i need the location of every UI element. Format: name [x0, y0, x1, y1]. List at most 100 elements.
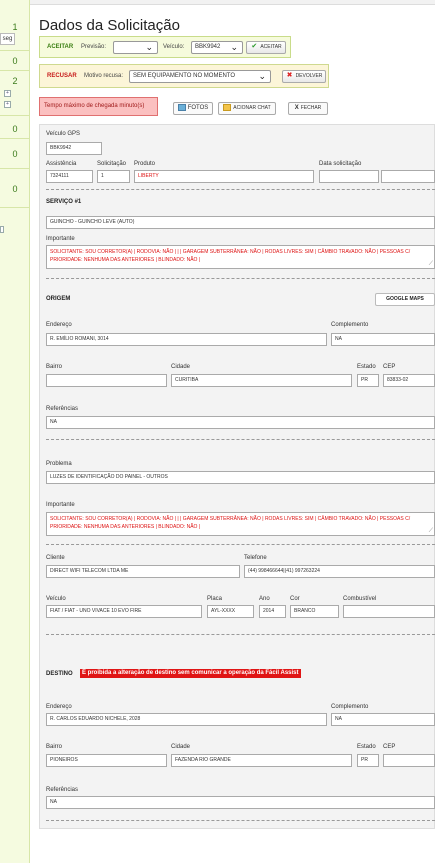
origin-address-field[interactable]: R. EMÍLIO ROMANI, 3014 — [46, 333, 327, 346]
chevron-down-icon: ⌄ — [258, 71, 266, 81]
request-time-field[interactable] — [381, 170, 435, 183]
photo-icon — [177, 104, 186, 112]
divider — [46, 820, 435, 821]
expand-icon[interactable]: + — [4, 101, 11, 108]
origin-district-field[interactable] — [46, 374, 167, 387]
sidebar-counter-3[interactable]: 2 — [0, 76, 30, 86]
request-date-label: Data solicitação — [319, 161, 362, 167]
request-date-field[interactable] — [319, 170, 379, 183]
destination-address-field[interactable]: R. CARLOS EDUARDO NICHELE, 2028 — [46, 713, 327, 726]
chevron-down-icon: ⌄ — [230, 42, 238, 52]
refuse-panel: RECUSAR Motivo recusa: SEM EQUIPAMENTO N… — [39, 64, 329, 88]
sidebar-counter-2[interactable]: 0 — [0, 56, 30, 66]
forecast-label: Previsão: — [81, 44, 107, 50]
destination-district-field[interactable]: PIONEIROS — [46, 754, 167, 767]
divider — [46, 634, 435, 635]
year-label: Ano — [259, 596, 270, 602]
chat-icon — [223, 104, 232, 112]
destination-city-label: Cidade — [171, 744, 191, 750]
destination-complement-field[interactable]: NA — [331, 713, 435, 726]
sidebar-counter-4[interactable]: 0 — [0, 124, 30, 134]
vehicle-field[interactable]: FIAT / FIAT - UNO VIVACE 10 EVO FIRE — [46, 605, 202, 618]
color-field[interactable]: BRANCO — [290, 605, 339, 618]
resize-grip-icon[interactable]: ⟋ — [429, 260, 433, 268]
sidebar-divider — [0, 50, 30, 51]
destination-references-field[interactable]: NA — [46, 796, 435, 809]
cancel-icon: ✖ — [286, 72, 293, 80]
destination-district-label: Bairro — [46, 744, 63, 750]
origin-references-field[interactable]: NA — [46, 416, 435, 429]
origin-district-label: Bairro — [46, 364, 63, 370]
phone-label: Telefone — [244, 555, 267, 561]
assistance-field[interactable]: 7324111 — [46, 170, 93, 183]
vehicle-label: Veículo: — [163, 44, 185, 50]
problem-label: Problema — [46, 461, 72, 467]
vehicle-gps-label: Veículo GPS — [46, 131, 81, 137]
vehicle-label: Veículo — [46, 596, 66, 602]
sidebar-counter-5[interactable]: 0 — [0, 149, 30, 159]
destination-complement-label: Complemento — [331, 704, 369, 710]
destination-references-label: Referências — [46, 787, 79, 793]
problem-field[interactable]: LUZES DE IDENTIFICAÇÃO DO PAINEL - OUTRO… — [46, 471, 435, 484]
origin-important-textarea[interactable]: SOLICITANTE: SOU CORRETOR(A) | RODOVIA: … — [46, 512, 435, 536]
page-title: Dados da Solicitação — [39, 17, 180, 34]
refuse-reason-label: Motivo recusa: — [84, 73, 124, 79]
destination-warning-banner: É proibida a alteração de destino sem co… — [80, 669, 301, 678]
client-field[interactable]: DIRECT WIFI TELECOM LTDA ME — [46, 565, 240, 578]
origin-references-label: Referências — [46, 406, 79, 412]
fuel-label: Combustível — [343, 596, 377, 602]
product-label: Produto — [134, 161, 156, 167]
accept-button[interactable]: ✔ ACEITAR — [246, 41, 286, 54]
client-label: Cliente — [46, 555, 65, 561]
service-important-textarea[interactable]: SOLICITANTE: SOU CORRETOR(A) | RODOVIA: … — [46, 245, 435, 269]
request-field[interactable]: 1 — [97, 170, 130, 183]
origin-city-field[interactable]: CURITIBA — [171, 374, 352, 387]
vehicle-gps-field[interactable]: BBK9942 — [46, 142, 102, 155]
origin-zip-field[interactable]: 83833-02 — [383, 374, 435, 387]
photos-button[interactable]: FOTOS — [173, 102, 213, 115]
divider — [46, 189, 435, 190]
return-button[interactable]: ✖ DEVOLVER — [282, 70, 326, 83]
service-important-label: Importante — [46, 236, 75, 242]
accept-panel: ACEITAR Previsão: ⌄ Veículo: BBK9942 ⌄ ✔ A… — [39, 36, 291, 58]
assistance-label: Assistência — [46, 161, 77, 167]
origin-city-label: Cidade — [171, 364, 191, 370]
destination-zip-field[interactable] — [383, 754, 435, 767]
sidebar-unit-box: seg — [0, 33, 15, 45]
forecast-select[interactable]: ⌄ — [113, 41, 158, 54]
destination-city-field[interactable]: FAZENDA RIO GRANDE — [171, 754, 352, 767]
destination-title: DESTINO — [46, 671, 73, 677]
year-field[interactable]: 2014 — [259, 605, 286, 618]
refuse-reason-select[interactable]: SEM EQUIPAMENTO NO MOMENTO ⌄ — [129, 70, 271, 83]
origin-complement-label: Complemento — [331, 322, 369, 328]
phone-field[interactable]: (44) 998466644|(41) 997263224 — [244, 565, 435, 578]
divider — [46, 439, 435, 440]
chevron-down-icon: ⌄ — [145, 42, 153, 52]
divider — [46, 544, 435, 545]
sidebar-counter-6[interactable]: 0 — [0, 184, 30, 194]
origin-state-field[interactable]: PR — [357, 374, 379, 387]
fuel-field[interactable] — [343, 605, 435, 618]
sidebar-divider — [0, 168, 30, 169]
sidebar-counter-timer: 1 — [12, 22, 18, 32]
product-field[interactable]: LIBERTY — [134, 170, 314, 183]
vehicle-select[interactable]: BBK9942 ⌄ — [191, 41, 243, 54]
service-title: SERVIÇO #1 — [46, 199, 82, 205]
destination-state-field[interactable]: PR — [357, 754, 379, 767]
expand-icon[interactable]: + — [4, 90, 11, 97]
resize-grip-icon[interactable]: ⟋ — [429, 527, 433, 535]
google-maps-button[interactable]: GOOGLE MAPS — [375, 293, 435, 306]
origin-important-label: Importante — [46, 502, 75, 508]
origin-complement-field[interactable]: NA — [331, 333, 435, 346]
sidebar-handle[interactable] — [0, 226, 4, 233]
accept-label: ACEITAR — [47, 44, 74, 50]
close-button[interactable]: X FECHAR — [288, 102, 328, 115]
chat-button[interactable]: ACIONAR CHAT — [218, 102, 276, 115]
destination-zip-label: CEP — [383, 744, 396, 750]
service-field[interactable]: GUINCHO - GUINCHO LEVE (AUTO) — [46, 216, 435, 229]
top-bar — [30, 0, 435, 5]
plate-field[interactable]: AYL-XXXX — [207, 605, 254, 618]
close-icon: X — [294, 105, 299, 111]
refuse-label: RECUSAR — [47, 73, 77, 79]
sidebar-divider — [0, 207, 30, 208]
